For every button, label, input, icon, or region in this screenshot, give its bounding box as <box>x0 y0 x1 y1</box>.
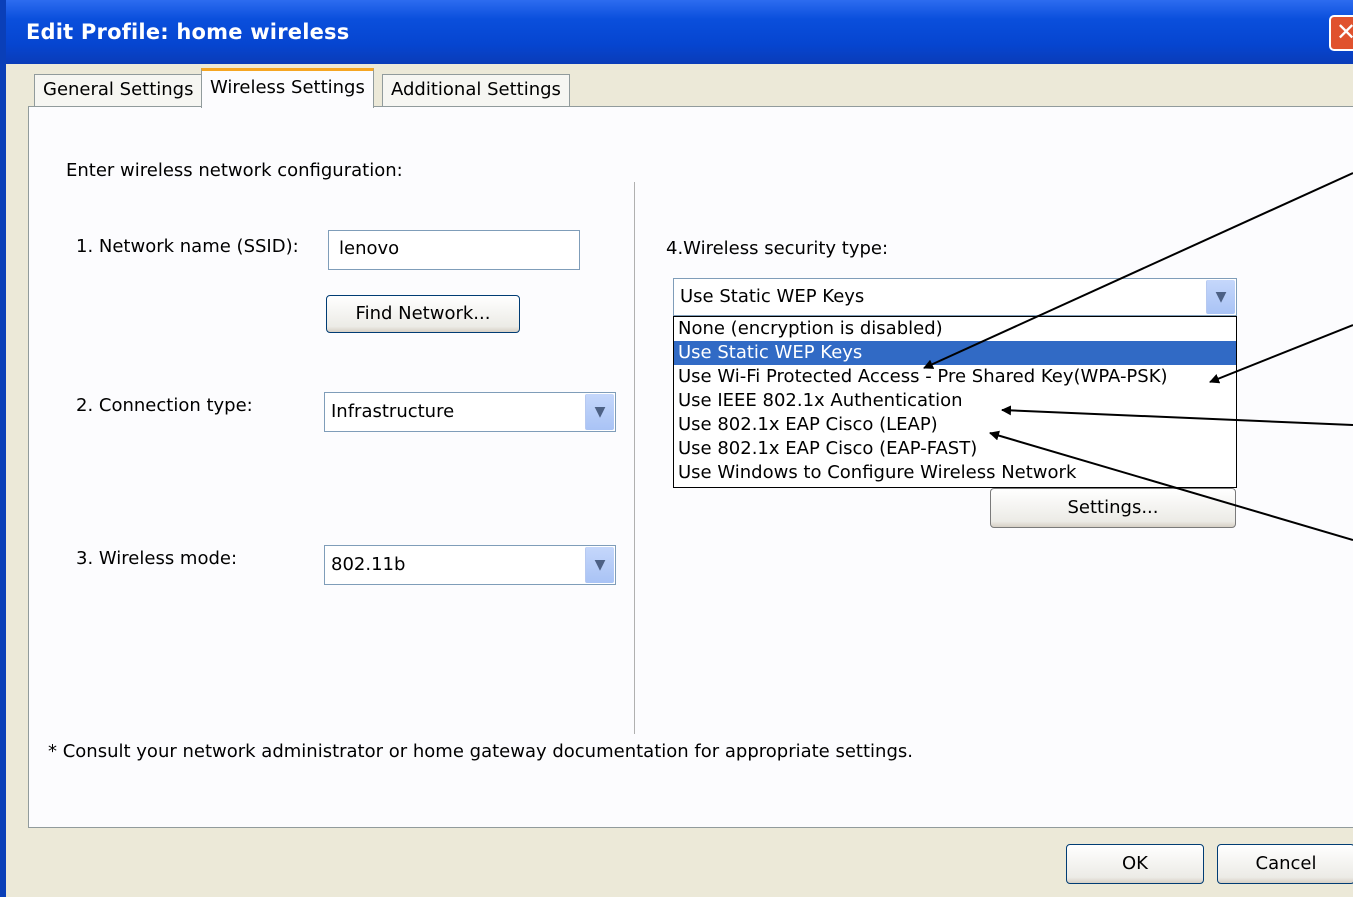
arrow-to-leap <box>989 430 1353 541</box>
arrow-to-static-wep <box>923 172 1353 369</box>
arrow-to-ieee-8021x <box>1001 405 1353 426</box>
annotation-arrows <box>923 172 1353 541</box>
arrow-to-wpa-psk <box>1209 324 1353 384</box>
